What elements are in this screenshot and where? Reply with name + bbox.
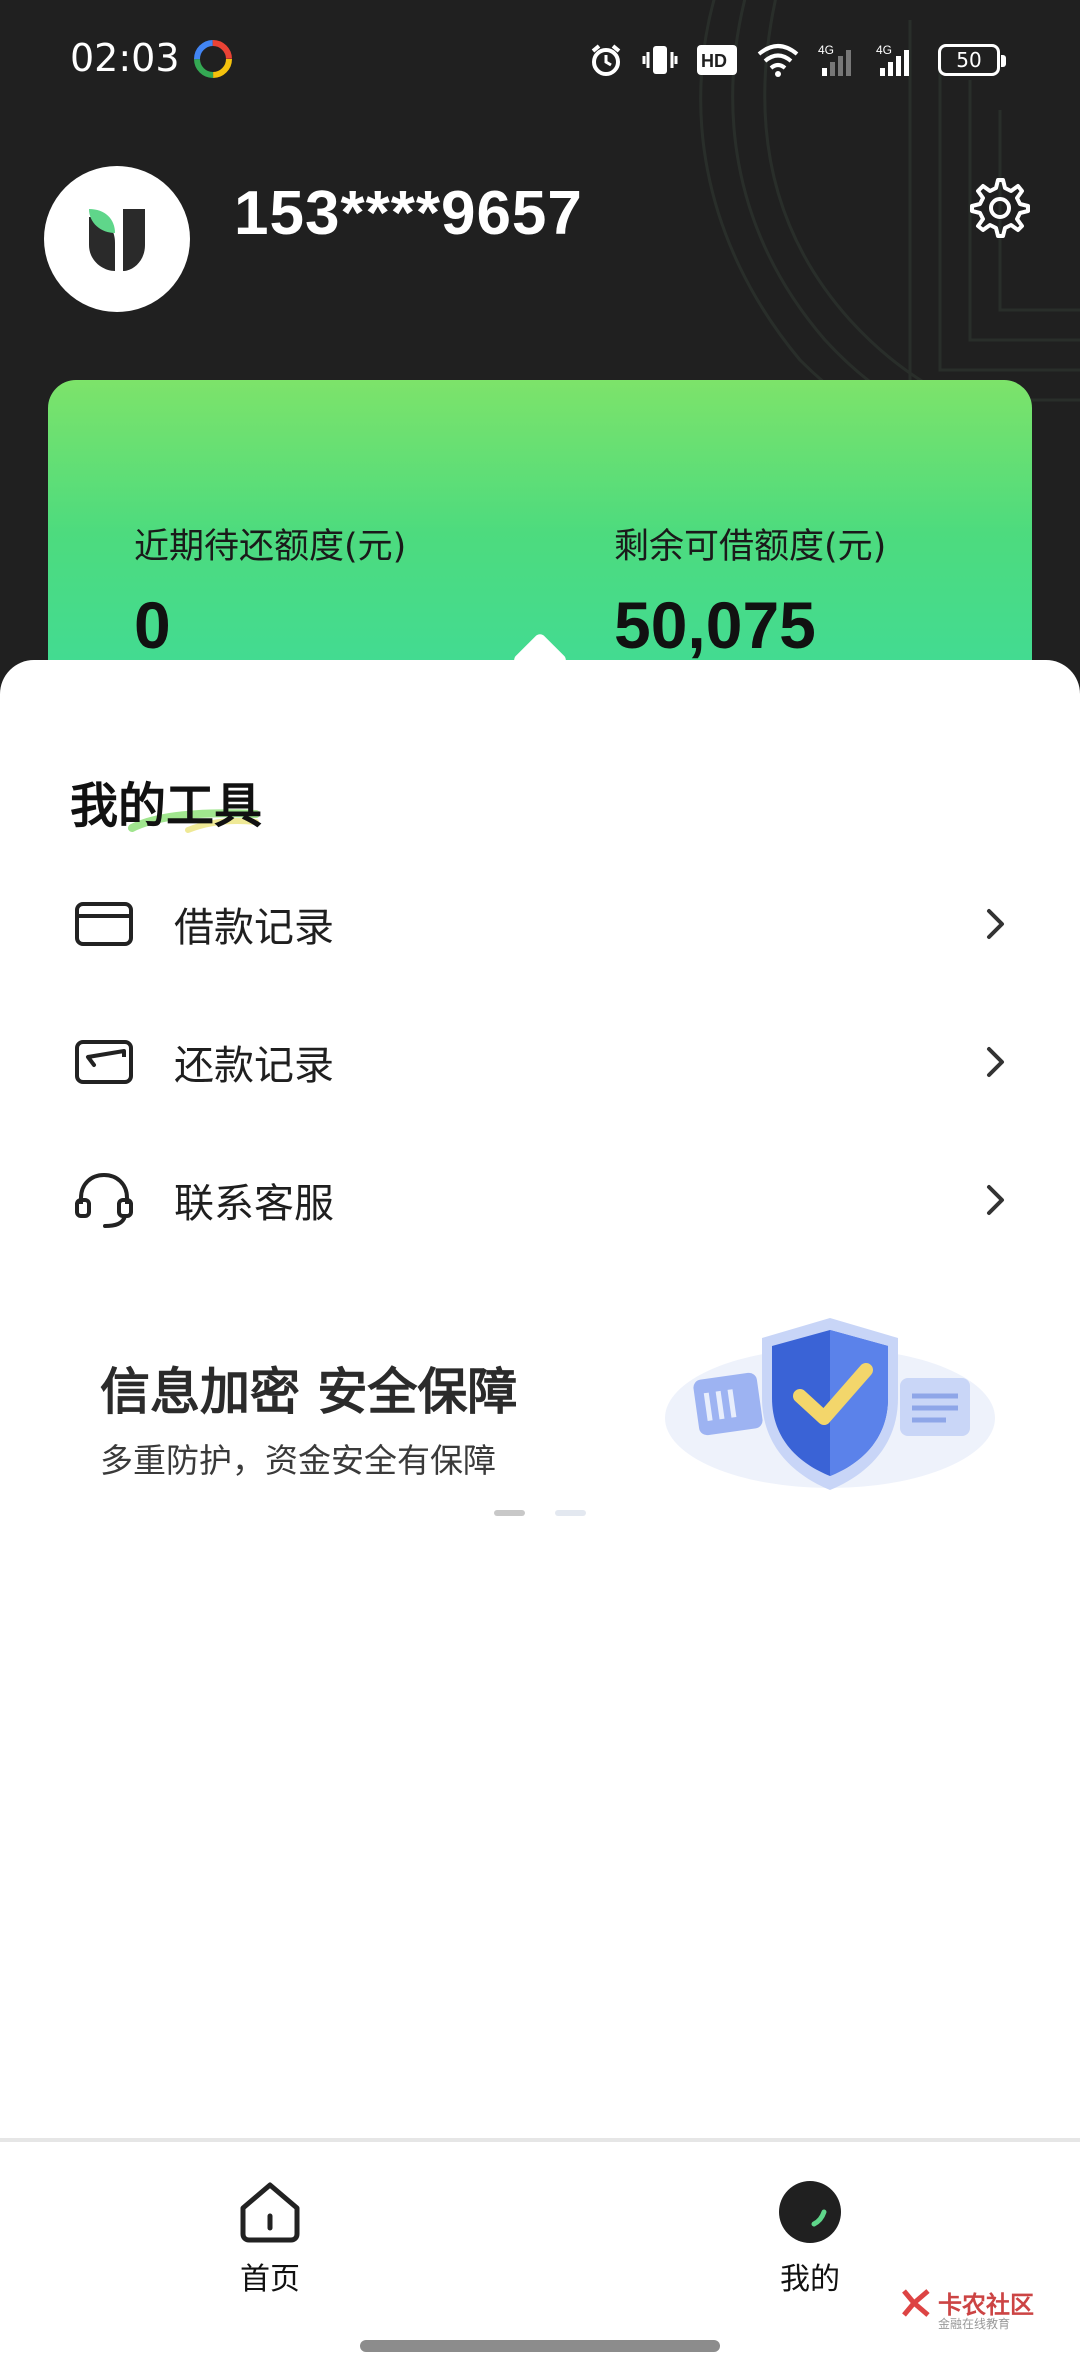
signal-4g-icon: 4G [876,43,909,76]
pagination-dot[interactable] [555,1510,586,1516]
profile-row: 153****9657 [0,160,1080,312]
hd-icon: HD [697,45,737,75]
headset-icon [72,1168,136,1232]
available-credit: 剩余可借额度(元) 50,075 [614,518,886,663]
pagination-dot-active[interactable] [494,1510,525,1516]
upcoming-repayment: 近期待还额度(元) 0 [134,518,406,663]
gear-icon [970,178,1030,238]
nav-item-home[interactable]: 首页 [200,2178,340,2308]
chevron-right-icon [980,1042,1012,1082]
card-icon [72,892,136,956]
upcoming-label: 近期待还额度(元) [134,527,407,567]
menu-item-repayment-records[interactable]: 还款记录 [0,1002,1080,1122]
nav-label: 首页 [240,2262,300,2297]
wifi-icon [757,44,799,77]
banner-pagination [494,1510,586,1518]
security-banner[interactable]: 信息加密 安全保障 多重防护，资金安全有保障 [60,1300,1020,1530]
home-icon [236,2178,304,2246]
menu-item-label: 联系客服 [174,1181,334,1227]
tools-title: 我的工具 [70,778,263,834]
menu-item-label: 借款记录 [174,905,334,951]
alarm-icon [591,44,621,76]
menu-item-loan-records[interactable]: 借款记录 [0,864,1080,984]
status-time: 02:03 [70,36,180,80]
svg-text:4G: 4G [818,43,834,57]
settings-button[interactable] [964,172,1036,244]
chevron-right-icon [980,1180,1012,1220]
svg-text:HD: HD [701,51,727,71]
banner-title: 信息加密 安全保障 [100,1363,518,1421]
avatar[interactable] [44,166,190,312]
status-icons: HD 4G 4G 50 [588,38,1006,82]
watermark: 卡农社区 金融在线教育 [900,2285,1034,2331]
nav-item-mine[interactable]: 我的 [740,2178,880,2308]
available-label: 剩余可借额度(元) [614,527,887,567]
status-bar: 02:03 HD 4G 4G 50 [0,0,1080,120]
menu-item-label: 还款记录 [174,1043,334,1089]
shield-check-icon [665,1318,995,1490]
upcoming-value: 0 [134,588,171,662]
profile-logo-icon [776,2178,844,2246]
watermark-logo-icon [902,2288,930,2317]
wallet-icon [72,1030,136,1094]
chevron-right-icon [980,904,1012,944]
signal-4g-icon: 4G [818,43,851,76]
menu-item-customer-service[interactable]: 联系客服 [0,1140,1080,1260]
app-icon [194,40,232,78]
vibrate-icon [642,46,678,74]
app-logo-icon [89,209,145,271]
banner-subtitle: 多重防护，资金安全有保障 [100,1441,496,1480]
user-phone: 153****9657 [234,179,583,248]
watermark-subtext: 金融在线教育 [938,2317,1011,2331]
available-value: 50,075 [614,588,816,662]
svg-text:4G: 4G [876,43,892,57]
battery-level: 50 [956,48,982,72]
home-indicator[interactable] [360,2340,720,2352]
battery-icon: 50 [938,44,1006,76]
nav-label: 我的 [780,2262,840,2297]
